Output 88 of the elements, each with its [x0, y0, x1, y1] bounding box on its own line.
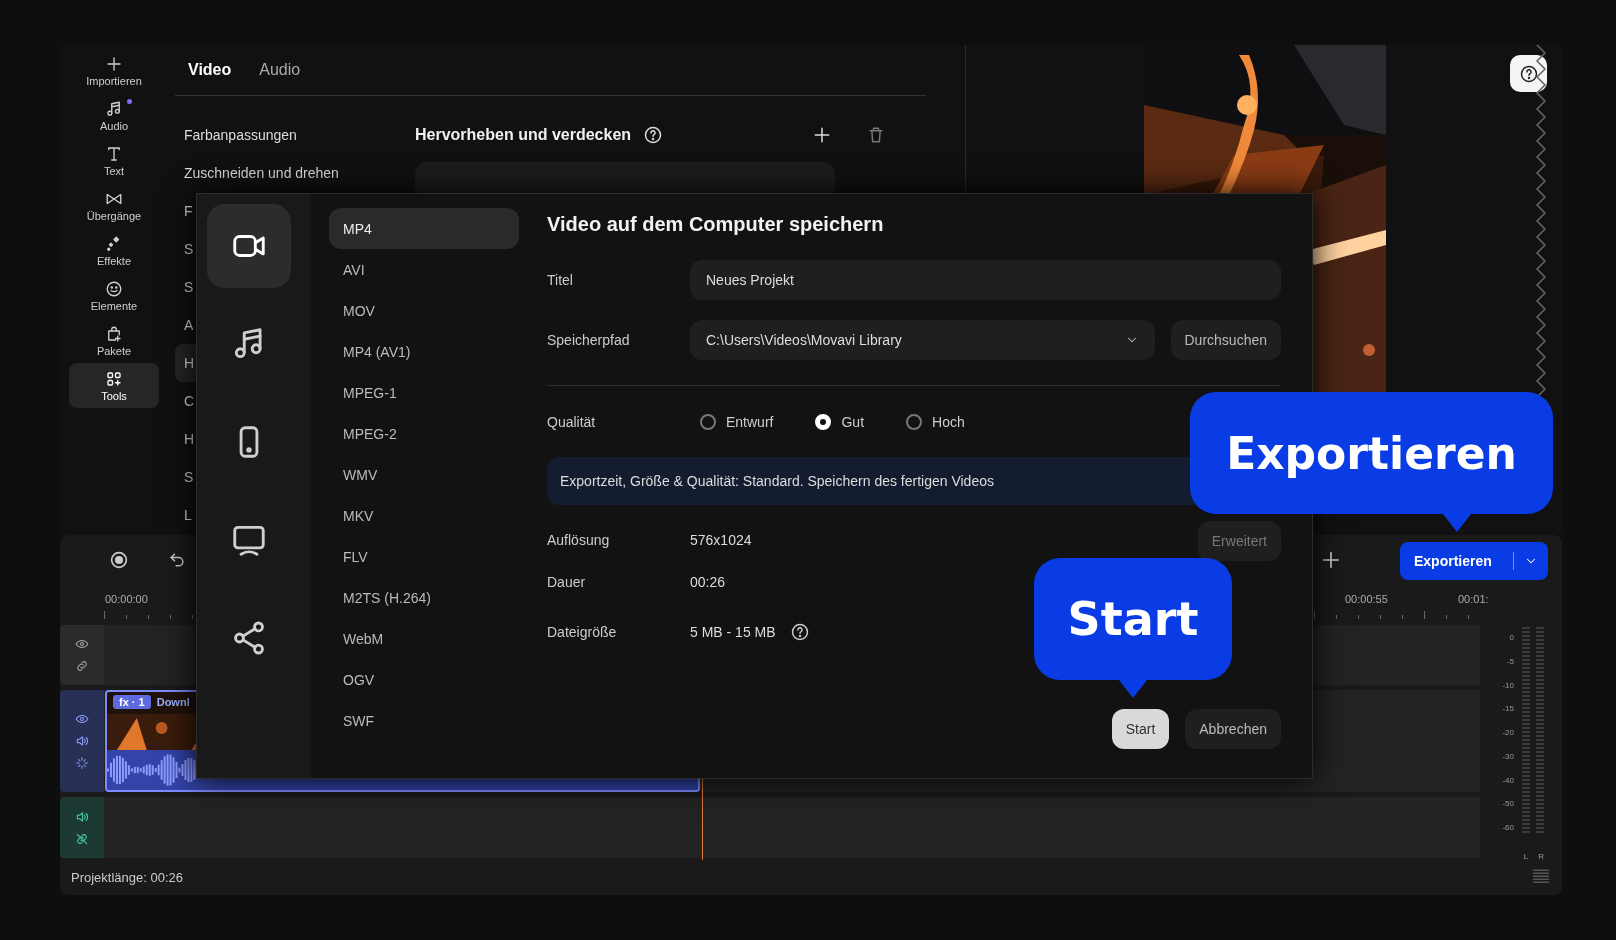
- channel-label: R: [1538, 852, 1544, 861]
- link-icon: [75, 659, 89, 673]
- field-label: Qualität: [547, 414, 597, 430]
- meter-scale-label: 0: [1509, 633, 1514, 642]
- meter-scale-label: -50: [1502, 799, 1514, 809]
- meter-scale-label: -15: [1502, 704, 1514, 714]
- path-dropdown[interactable]: C:\Users\Videos\Movavi Library: [690, 320, 1155, 360]
- browse-button[interactable]: Durchsuchen: [1170, 320, 1281, 360]
- field-label: Speicherpfad: [547, 332, 631, 348]
- timecode: 00:01:: [1458, 593, 1489, 605]
- meter-scale-label: -60: [1502, 823, 1514, 832]
- sidebar-item[interactable]: Audio: [69, 93, 159, 138]
- meter-scale-label: -20: [1502, 728, 1514, 737]
- detail-value: 00:26: [690, 574, 726, 590]
- category-button[interactable]: [207, 204, 291, 288]
- eye-icon: [75, 637, 89, 651]
- detail-value: 5 MB - 15 MB: [690, 624, 776, 640]
- unlink-icon: [75, 831, 89, 846]
- quality-radio[interactable]: Gut: [805, 414, 865, 430]
- format-item[interactable]: AVI: [329, 249, 519, 290]
- format-item[interactable]: FLV: [329, 536, 519, 577]
- detail-label: Dauer: [547, 574, 587, 590]
- text-icon: [105, 144, 123, 163]
- quality-radio[interactable]: Hoch: [896, 414, 965, 430]
- field-label: Titel: [547, 272, 574, 288]
- section-title: Hervorheben und verdecken: [415, 126, 632, 144]
- channel-label: L: [1523, 852, 1529, 861]
- tab[interactable]: Video: [188, 61, 232, 79]
- panel-list-item[interactable]: Zuschneiden und drehen: [175, 154, 415, 192]
- export-button[interactable]: Exportieren: [1400, 542, 1548, 580]
- meter-scale-label: -40: [1502, 775, 1514, 785]
- format-item[interactable]: MPEG-1: [329, 372, 519, 413]
- sidebar-item[interactable]: Effekte: [69, 228, 159, 273]
- sidebar-item[interactable]: Pakete: [69, 318, 159, 363]
- help-button[interactable]: [1510, 55, 1547, 92]
- start-button[interactable]: Start: [1111, 709, 1170, 749]
- project-length: Projektlänge: 00:26: [71, 870, 184, 885]
- format-item[interactable]: MP4 (AV1): [329, 331, 519, 372]
- speaker-icon: [75, 734, 89, 748]
- sidebar-item[interactable]: Importieren: [69, 48, 159, 93]
- sidebar-item[interactable]: Übergänge: [69, 183, 159, 228]
- music-note-icon: [105, 99, 123, 118]
- quality-radio[interactable]: Entwurf: [690, 414, 774, 430]
- effects-icon: [75, 756, 89, 770]
- format-item[interactable]: OGV: [329, 659, 519, 700]
- advanced-button[interactable]: Erweitert: [1197, 521, 1281, 561]
- dialog-title: Video auf dem Computer speichern: [547, 211, 885, 237]
- format-item[interactable]: M2TS (H.264): [329, 577, 519, 618]
- effect-badge: fx · 1: [113, 695, 151, 709]
- eye-icon: [75, 712, 89, 726]
- format-item[interactable]: MKV: [329, 495, 519, 536]
- sidebar-item[interactable]: Tools: [69, 363, 159, 408]
- format-item[interactable]: WMV: [329, 454, 519, 495]
- detail-label: Dateigröße: [547, 624, 618, 640]
- timecode: 00:00:00: [105, 593, 148, 605]
- help-icon: [643, 125, 664, 145]
- undo-icon: [167, 550, 187, 570]
- meter-scale-label: -30: [1502, 751, 1514, 761]
- plus-icon: [812, 125, 832, 145]
- detail-label: Auflösung: [547, 532, 611, 548]
- detail-value: 576x1024: [690, 532, 752, 548]
- meter-scale-label: -10: [1502, 680, 1514, 690]
- format-item[interactable]: MPEG-2: [329, 413, 519, 454]
- format-item[interactable]: WebM: [329, 618, 519, 659]
- grid-lines-icon: [1530, 868, 1552, 886]
- speaker-icon: [75, 809, 89, 824]
- bag-plus-icon: [105, 324, 123, 343]
- help-icon: [789, 622, 810, 642]
- callout: Exportieren: [1190, 392, 1553, 532]
- panel-list-item[interactable]: Farbanpassungen: [175, 116, 415, 154]
- format-item[interactable]: SWF: [329, 700, 519, 741]
- smiley-icon: [105, 279, 123, 298]
- format-item[interactable]: MP4: [329, 208, 519, 249]
- plus-icon: [105, 54, 123, 73]
- record-icon: [108, 549, 130, 571]
- title-field[interactable]: Neues Projekt: [690, 260, 1281, 300]
- format-item[interactable]: MOV: [329, 290, 519, 331]
- cancel-button[interactable]: Abbrechen: [1185, 709, 1281, 749]
- tab[interactable]: Audio: [259, 61, 301, 79]
- timecode: 00:00:55: [1345, 593, 1388, 605]
- help-icon: [1518, 63, 1539, 84]
- meter-scale-label: -5: [1506, 656, 1514, 666]
- grid-plus-icon: [105, 369, 123, 388]
- clip-title: Downl: [156, 696, 190, 708]
- callout: Start: [1034, 558, 1232, 698]
- sidebar-item[interactable]: Text: [69, 138, 159, 183]
- sidebar-item[interactable]: Elemente: [69, 273, 159, 318]
- plus-icon: [1320, 549, 1342, 571]
